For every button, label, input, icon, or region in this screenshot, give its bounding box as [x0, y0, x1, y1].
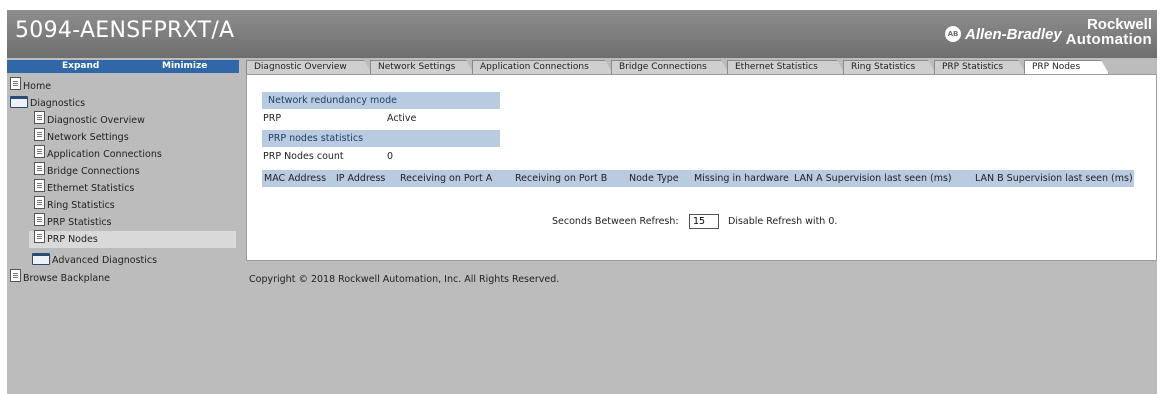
- column-header: MAC Address: [264, 173, 327, 184]
- tab-diagnostic-overview[interactable]: Diagnostic Overview: [246, 60, 372, 74]
- rockwell-brand-line1: Rockwell: [1086, 16, 1152, 33]
- tab-ethernet-statistics[interactable]: Ethernet Statistics: [727, 60, 845, 74]
- sidebar: Expand Minimize Home Diagnostics Diagnos…: [7, 60, 239, 394]
- copyright-footer: Copyright © 2018 Rockwell Automation, In…: [249, 274, 560, 285]
- tab-application-connections[interactable]: Application Connections: [472, 60, 613, 74]
- sidebar-item-prp-nodes[interactable]: PRP Nodes: [29, 230, 236, 248]
- nodes-count-label: PRP Nodes count: [263, 151, 344, 162]
- tab-bar: Diagnostic Overview Network Settings App…: [246, 60, 1157, 74]
- sidebar-item-label: Browse Backplane: [23, 273, 111, 284]
- column-header: Missing in hardware: [694, 173, 789, 184]
- sidebar-item-label: Bridge Connections: [47, 166, 140, 177]
- sidebar-item-diagnostics[interactable]: Diagnostics: [10, 95, 85, 112]
- minimize-button[interactable]: Minimize: [162, 60, 207, 73]
- tab-prp-statistics[interactable]: PRP Statistics: [934, 60, 1026, 74]
- tab-ring-statistics[interactable]: Ring Statistics: [843, 60, 936, 74]
- expand-button[interactable]: Expand: [62, 60, 99, 73]
- sidebar-toolbar: Expand Minimize: [7, 60, 239, 73]
- sidebar-item-label: Application Connections: [47, 149, 162, 160]
- sidebar-item-label: PRP Nodes: [47, 234, 98, 245]
- document-icon: [34, 230, 45, 243]
- header-banner: 5094-AENSFPRXT/A AB Allen-Bradley Rockwe…: [7, 10, 1157, 58]
- document-icon: [34, 145, 45, 158]
- sidebar-item-label: PRP Statistics: [47, 217, 112, 228]
- column-header: LAN B Supervision last seen (ms): [975, 173, 1133, 184]
- refresh-hint: Disable Refresh with 0.: [728, 216, 838, 227]
- document-icon: [34, 213, 45, 226]
- sidebar-item-bridge-connections[interactable]: Bridge Connections: [34, 162, 140, 180]
- network-redundancy-header: Network redundancy mode: [262, 92, 500, 109]
- sidebar-item-home[interactable]: Home: [10, 77, 52, 95]
- document-icon: [34, 179, 45, 192]
- device-title: 5094-AENSFPRXT/A: [15, 18, 235, 43]
- content-area: Diagnostic Overview Network Settings App…: [246, 60, 1157, 261]
- prp-nodes-statistics-header: PRP nodes statistics: [262, 130, 500, 147]
- sidebar-item-application-connections[interactable]: Application Connections: [34, 145, 162, 163]
- sidebar-item-network-settings[interactable]: Network Settings: [34, 128, 129, 146]
- mode-value: Active: [387, 113, 417, 124]
- allen-bradley-logo-icon: AB: [945, 26, 961, 42]
- document-icon: [34, 111, 45, 124]
- refresh-interval-input[interactable]: [689, 214, 719, 229]
- document-icon: [34, 128, 45, 141]
- tab-prp-nodes[interactable]: PRP Nodes: [1024, 60, 1109, 74]
- column-header: Node Type: [629, 173, 679, 184]
- column-header: IP Address: [336, 173, 386, 184]
- sidebar-item-label: Diagnostics: [30, 98, 86, 109]
- sidebar-item-ethernet-statistics[interactable]: Ethernet Statistics: [34, 179, 135, 197]
- sidebar-item-label: Home: [23, 81, 52, 92]
- tab-bridge-connections[interactable]: Bridge Connections: [611, 60, 729, 74]
- sidebar-item-label: Diagnostic Overview: [47, 115, 145, 126]
- mode-label: PRP: [263, 113, 282, 124]
- nodes-count-value: 0: [387, 151, 394, 162]
- sidebar-item-label: Advanced Diagnostics: [52, 255, 158, 266]
- document-icon: [10, 77, 21, 90]
- app-window: 5094-AENSFPRXT/A AB Allen-Bradley Rockwe…: [7, 10, 1157, 394]
- column-header: Receiving on Port A: [400, 173, 493, 184]
- rockwell-automation-brand: Rockwell Automation: [1048, 17, 1152, 47]
- tab-network-settings[interactable]: Network Settings: [370, 60, 474, 74]
- sidebar-item-browse-backplane[interactable]: Browse Backplane: [10, 269, 111, 287]
- document-icon: [10, 269, 21, 282]
- document-icon: [34, 196, 45, 209]
- column-header: Receiving on Port B: [515, 173, 608, 184]
- document-icon: [34, 162, 45, 175]
- rockwell-brand-line2: Automation: [1065, 31, 1152, 48]
- nodes-table-header: MAC Address IP Address Receiving on Port…: [262, 170, 1134, 187]
- refresh-label: Seconds Between Refresh:: [552, 216, 679, 227]
- sidebar-item-label: Network Settings: [47, 132, 129, 143]
- sidebar-item-label: Ring Statistics: [47, 200, 115, 211]
- sidebar-item-ring-statistics[interactable]: Ring Statistics: [34, 196, 115, 214]
- sidebar-item-advanced-diagnostics[interactable]: Advanced Diagnostics: [32, 252, 157, 269]
- folder-open-icon: [10, 95, 28, 108]
- sidebar-item-label: Ethernet Statistics: [47, 183, 135, 194]
- prp-nodes-panel: Network redundancy mode PRP Active PRP n…: [246, 74, 1157, 261]
- sidebar-item-prp-statistics[interactable]: PRP Statistics: [34, 213, 112, 231]
- column-header: LAN A Supervision last seen (ms): [794, 173, 952, 184]
- folder-icon: [32, 252, 50, 265]
- sidebar-item-diagnostic-overview[interactable]: Diagnostic Overview: [34, 111, 145, 129]
